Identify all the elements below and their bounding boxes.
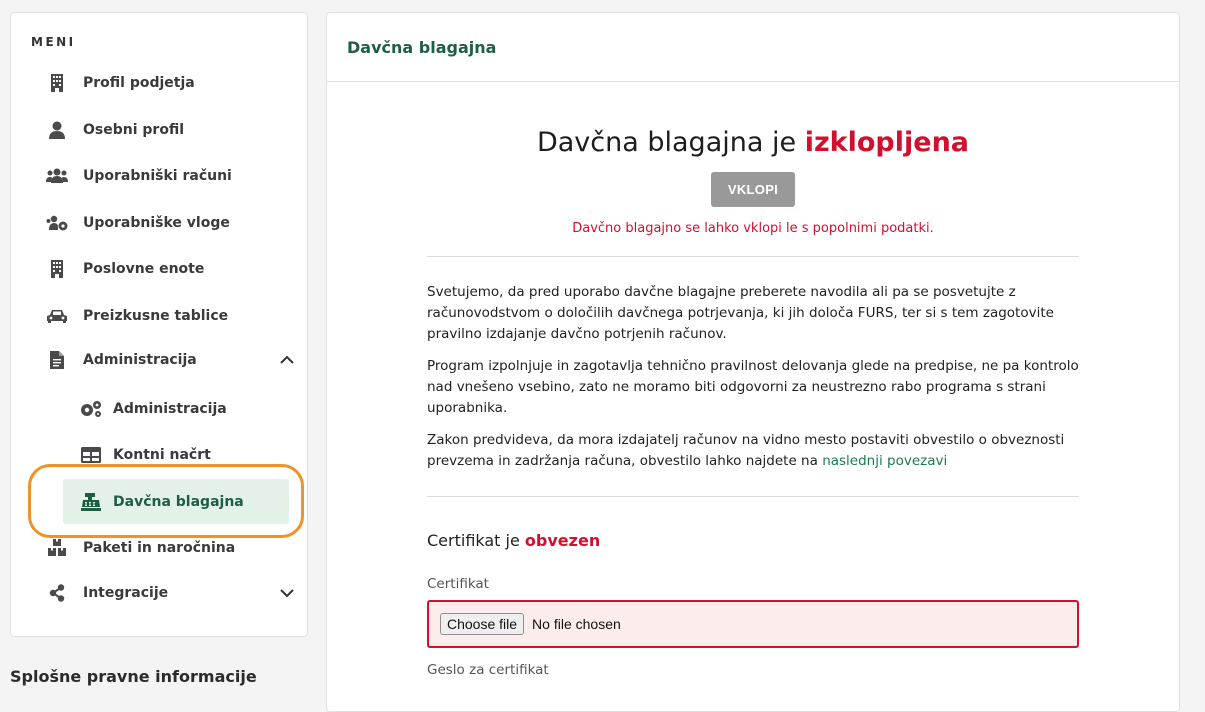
divider [427,496,1079,497]
sidebar-item-label: Integracije [83,585,169,601]
sidebar-item-preizkusne-tablice[interactable]: Preizkusne tablice [45,304,228,328]
sidebar-item-paketi-in-narocnina[interactable]: Paketi in naročnina [45,536,235,560]
status-prefix: Davčna blagajna je [536,127,805,158]
sidebar-item-osebni-profil[interactable]: Osebni profil [45,118,184,142]
sidebar-item-label: Preizkusne tablice [83,308,229,324]
page-title: Davčna blagajna [327,13,1179,82]
sidebar-item-label: Osebni profil [83,122,185,138]
info-paragraph-1: Svetujemo, da pred uporabo davčne blagaj… [427,284,1054,342]
sidebar-item-label: Poslovne enote [83,261,205,277]
warning-text: Davčno blagajno se lahko vklopi le s pop… [572,221,934,236]
enable-button[interactable]: VKLOPI [710,172,796,207]
car-icon [45,304,69,328]
sidebar-item-label: Kontni načrt [113,447,211,463]
file-status-text: No file chosen [532,616,621,632]
table-icon [79,443,103,467]
boxes-icon [45,536,69,560]
notice-link[interactable]: naslednji povezavi [822,453,947,469]
chevron-up-icon [280,355,294,364]
certificate-field-label: Certifikat [427,576,489,592]
status-value: izklopljena [804,127,970,158]
building-icon [45,257,69,281]
share-icon [45,581,69,605]
cash-register-icon [79,490,103,514]
menu-title: MENI [31,35,76,49]
sidebar-item-label: Administracija [113,401,227,417]
gears-icon [79,397,103,421]
sidebar-item-label: Profil podjetja [83,75,195,91]
certificate-password-label: Geslo za certifikat [427,662,549,678]
sidebar-item-uporabniske-vloge[interactable]: Uporabniške vloge [45,211,230,235]
choose-file-button[interactable]: Choose file [440,613,525,635]
sidebar-subitem-administracija[interactable]: Administracija [79,397,227,421]
user-icon [45,118,69,142]
sidebar-subitem-kontni-nacrt[interactable]: Kontni načrt [79,443,211,467]
sidebar-item-label: Uporabniške vloge [83,215,230,231]
certificate-heading: Certifikat je obvezen [427,531,1079,550]
sidebar-item-integracije[interactable]: Integracije [45,581,295,605]
sidebar-item-label: Uporabniški računi [83,168,232,184]
info-paragraph-3: Zakon predvideva, da mora izdajatelj rač… [427,430,1079,472]
main-panel: Davčna blagajna Davčna blagajna je izklo… [326,12,1180,712]
status-heading: Davčna blagajna je izklopljena [427,127,1079,158]
chevron-down-icon [280,589,294,598]
divider [427,256,1079,257]
sidebar-item-administracija-group[interactable]: Administracija [45,348,295,372]
sidebar-item-label: Davčna blagajna [113,494,244,510]
building-icon [45,71,69,95]
sidebar-item-label: Administracija [83,352,197,368]
sidebar-item-label: Paketi in naročnina [83,540,236,556]
certificate-heading-prefix: Certifikat je [427,531,525,550]
users-icon [45,164,69,188]
sidebar-item-poslovne-enote[interactable]: Poslovne enote [45,257,204,281]
users-gear-icon [45,211,69,235]
content-area: Davčna blagajna je izklopljena VKLOPI Da… [427,81,1079,678]
document-icon [45,348,69,372]
sidebar: MENI Profil podjetja Osebni profil Upora… [10,12,308,637]
paragraph-3-text: Zakon predvideva, da mora izdajatelj rač… [427,432,1065,469]
info-paragraph-2: Program izpolnjuje in zagotavlja tehničn… [427,358,1079,416]
certificate-required-label: obvezen [524,531,601,550]
sidebar-item-profil-podjetja[interactable]: Profil podjetja [45,71,195,95]
sidebar-subitem-davcna-blagajna[interactable]: Davčna blagajna [79,490,244,514]
certificate-file-input[interactable]: Choose file No file chosen [427,600,1079,648]
sidebar-item-uporabniski-racuni[interactable]: Uporabniški računi [45,164,232,188]
legal-info-heading: Splošne pravne informacije [10,667,257,686]
